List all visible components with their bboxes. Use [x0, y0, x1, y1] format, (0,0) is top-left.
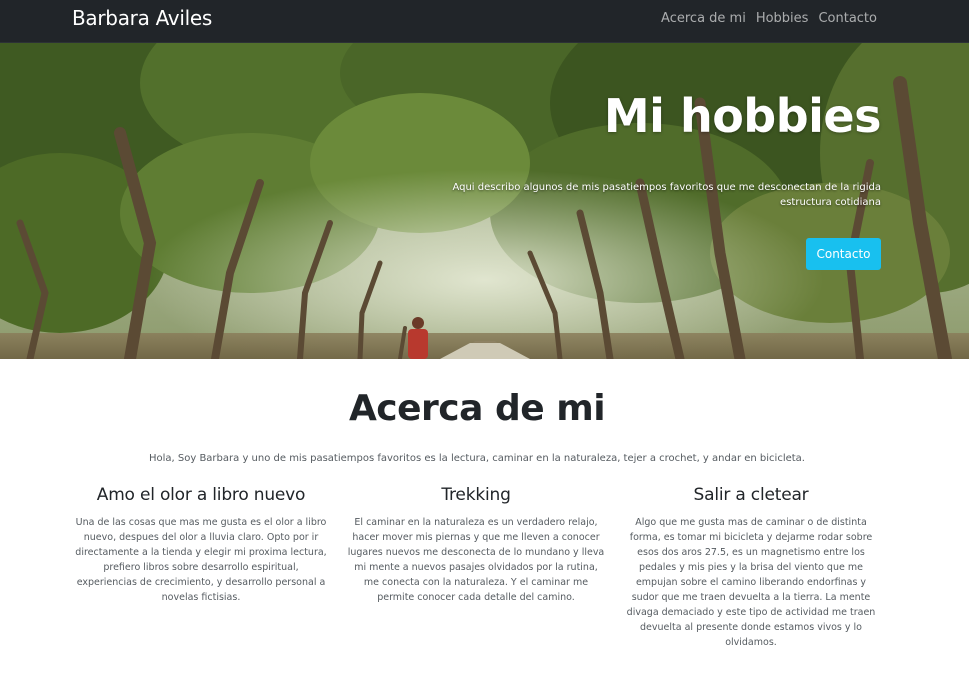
nav-links: Acerca de mi Hobbies Contacto [661, 11, 877, 26]
nav-link-hobbies[interactable]: Hobbies [756, 11, 809, 26]
column-text: El caminar en la naturaleza es un verdad… [347, 517, 605, 603]
nav-link-contacto[interactable]: Contacto [818, 11, 877, 26]
column-heading: Salir a cletear [693, 485, 809, 505]
hero-section: Mi hobbies Aqui describo algunos de mis … [0, 43, 969, 359]
about-column-libros: Amo el olor a libro nuevo Una de las cos… [72, 485, 330, 605]
column-heading: Amo el olor a libro nuevo [96, 485, 306, 505]
about-intro: Hola, Soy Barbara y uno de mis pasatiemp… [148, 453, 805, 464]
about-title: Acerca de mi [348, 388, 606, 429]
hero-subtitle: Aqui describo algunos de mis pasatiempos… [452, 182, 881, 208]
column-text: Algo que me gusta mas de caminar o de di… [626, 517, 876, 648]
column-text: Una de las cosas que mas me gusta es el … [75, 517, 327, 603]
brand-link[interactable]: Barbara Aviles [72, 6, 212, 30]
about-column-bicicleta: Salir a cletear Algo que me gusta mas de… [622, 485, 880, 650]
column-heading: Trekking [441, 485, 511, 505]
contacto-button[interactable]: Contacto [806, 238, 881, 270]
hero-title: Mi hobbies [603, 89, 882, 143]
about-column-trekking: Trekking El caminar en la naturaleza es … [347, 485, 605, 605]
navbar: Barbara Aviles Acerca de mi Hobbies Cont… [0, 0, 969, 43]
nav-link-acerca[interactable]: Acerca de mi [661, 11, 746, 26]
